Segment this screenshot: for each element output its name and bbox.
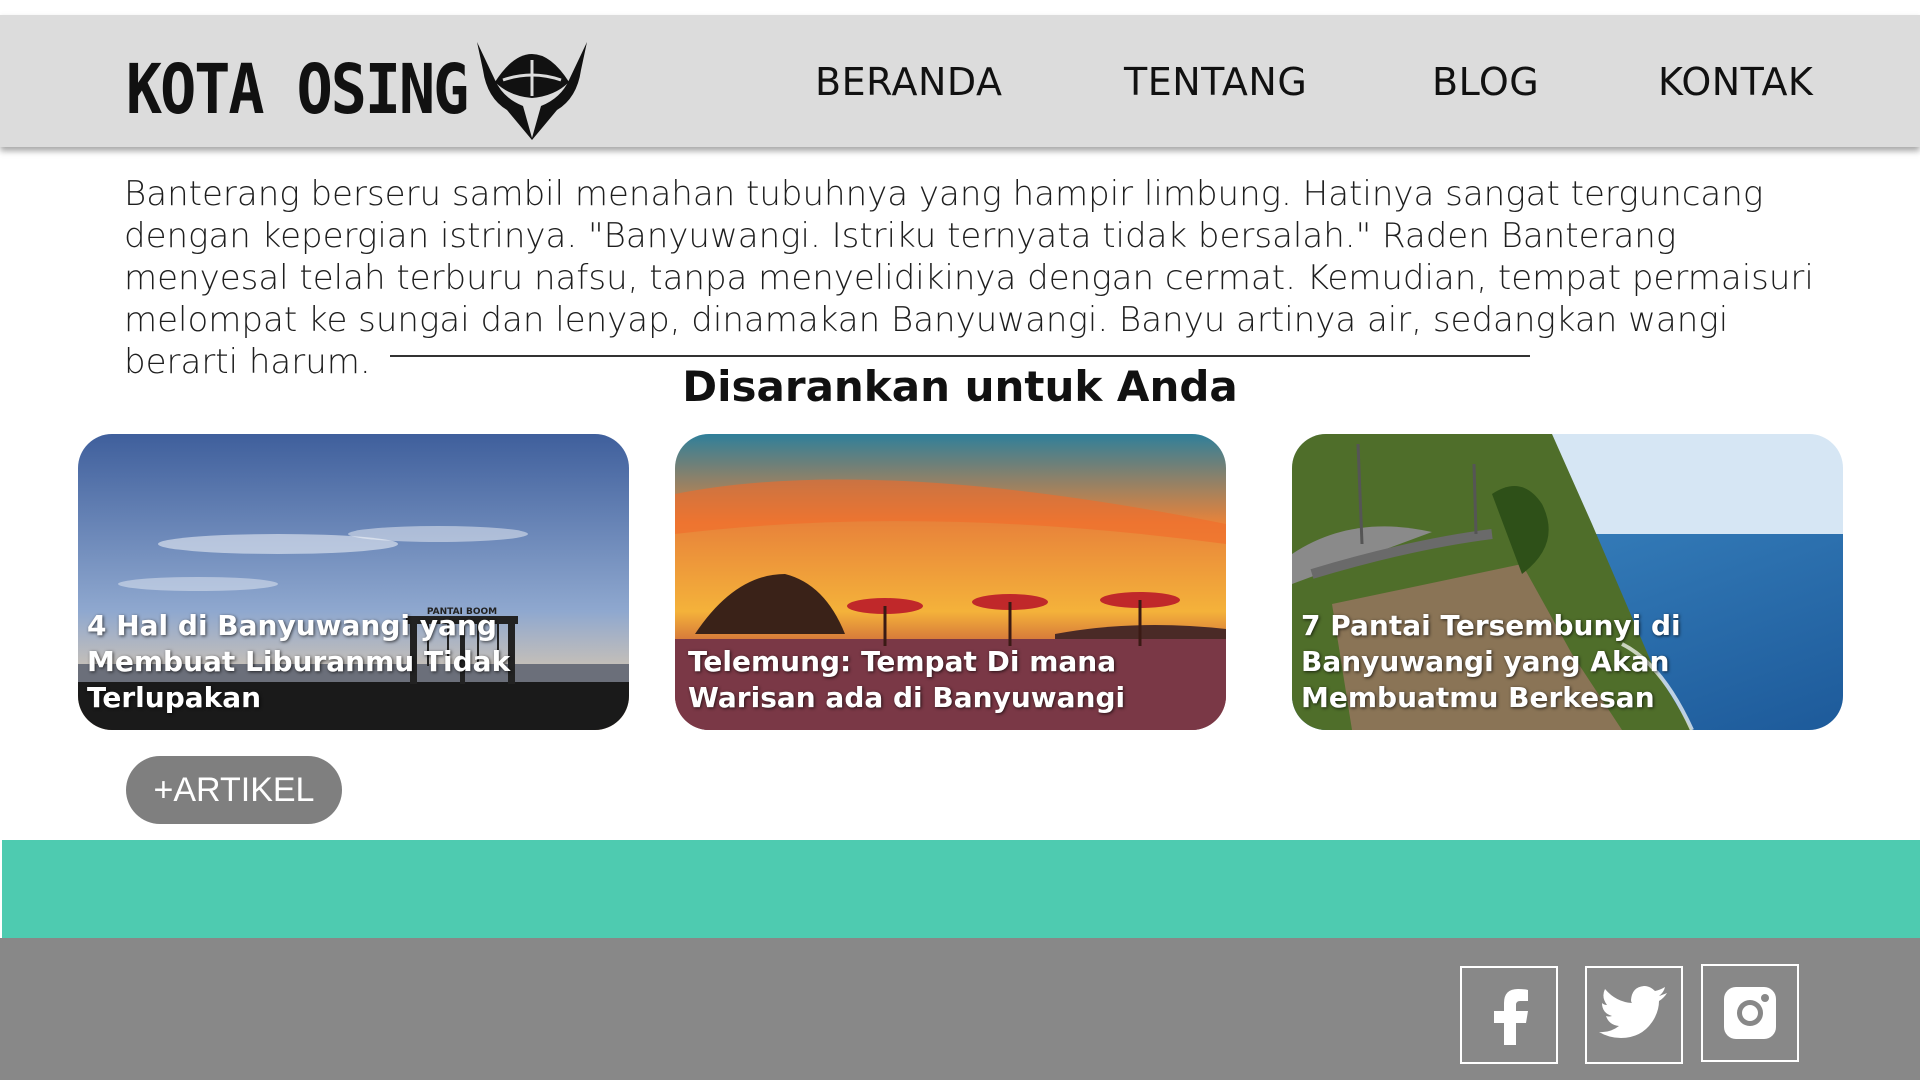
card-1-caption: 4 Hal di Banyuwangi yang Membuat Liburan…	[87, 609, 511, 714]
section-divider	[390, 355, 1530, 357]
teal-band	[2, 840, 1920, 938]
card-2-caption: Telemung: Tempat Di mana Warisan ada di …	[688, 645, 1126, 714]
facebook-link[interactable]	[1460, 966, 1558, 1064]
twitter-icon	[1599, 986, 1667, 1038]
article-card-3[interactable]: 7 Pantai Tersembunyi di Banyuwangi yang …	[1292, 434, 1843, 730]
nav-beranda[interactable]: BERANDA	[815, 60, 1002, 104]
instagram-link[interactable]	[1701, 964, 1799, 1062]
twitter-link[interactable]	[1585, 966, 1683, 1064]
article-card-1[interactable]: PANTAI BOOM 4 Hal di Banyuwangi yang Mem…	[78, 434, 629, 730]
horned-helmet-icon	[477, 42, 588, 140]
recommended-title: Disarankan untuk Anda	[682, 362, 1238, 411]
nav-kontak[interactable]: KONTAK	[1658, 60, 1813, 104]
logo-text: KOTA OSING	[126, 49, 469, 131]
facebook-icon	[1494, 989, 1528, 1045]
more-articles-button[interactable]: +ARTIKEL	[126, 756, 342, 824]
nav-blog[interactable]: BLOG	[1432, 60, 1539, 104]
navbar: KOTA OSING BERANDA TENTANG BLOG KONTAK	[0, 15, 1920, 147]
site-logo[interactable]: KOTA OSING	[126, 35, 591, 145]
instagram-icon	[1724, 987, 1776, 1039]
article-card-2[interactable]: Telemung: Tempat Di mana Warisan ada di …	[675, 434, 1226, 730]
nav-tentang[interactable]: TENTANG	[1124, 60, 1307, 104]
story-paragraph: Banterang berseru sambil menahan tubuhny…	[124, 174, 1814, 382]
card-3-caption: 7 Pantai Tersembunyi di Banyuwangi yang …	[1301, 609, 1681, 714]
